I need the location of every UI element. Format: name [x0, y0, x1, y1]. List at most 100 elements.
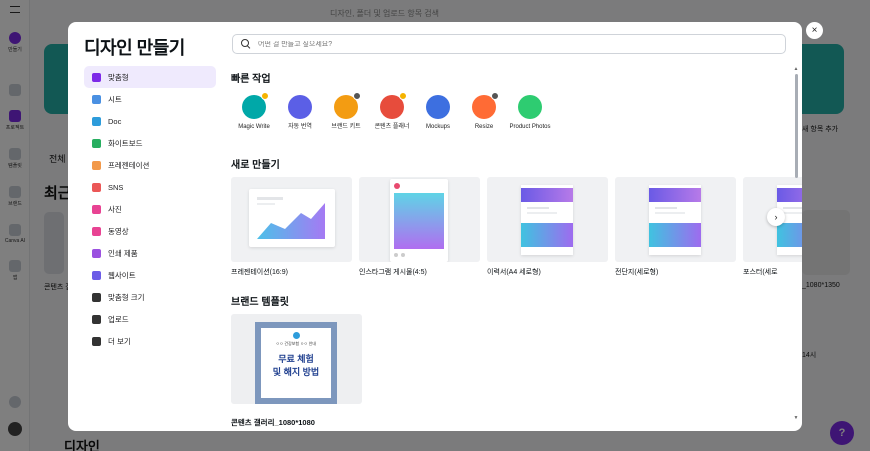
quick-actions-heading: 빠른 작업 — [231, 74, 271, 85]
category-icon — [92, 72, 101, 82]
quick-action[interactable]: 자동 번역 — [277, 95, 323, 132]
crown-icon — [261, 92, 269, 100]
sidebar-item-label: 동영상 — [108, 226, 129, 236]
category-icon — [92, 336, 101, 346]
template-thumbnail — [615, 177, 736, 262]
sidebar-item[interactable]: SNS — [84, 176, 216, 198]
scroll-up-icon[interactable]: ▲ — [793, 66, 799, 72]
template-label: 프레젠테이션(16:9) — [231, 269, 288, 276]
sidebar-item-label: 시트 — [108, 94, 122, 104]
quick-actions-row: Magic Write 자동 번역 브랜드 키트 콘텐츠 플래너 Mockups Resi… — [231, 92, 553, 132]
crown-icon — [399, 92, 407, 100]
quick-action-label: 브랜드 키트 — [331, 124, 361, 130]
template-thumbnail — [487, 177, 608, 262]
quick-action[interactable]: 브랜드 키트 — [323, 92, 369, 132]
logo-dot-icon — [292, 332, 300, 339]
search-icon — [241, 39, 251, 49]
template-instagram[interactable]: 인스타그램 게시물(4:5) — [359, 177, 480, 277]
category-sidebar: 맞춤형시트 Doc 화이트보드프레젠테이션 SNS 사진동영상인쇄 제품웹사이트맞춤형 … — [84, 66, 216, 352]
quick-action-label: Product Photos — [509, 124, 551, 130]
brand-thumb-inner: ㅇㅇ 건강보험 ㅇㅇ 안내 무료 체험 및 해지 방법 — [261, 328, 331, 398]
create-design-modal: 디자인 만들기 맞춤형시트 Doc 화이트보드프레젠테이션 SNS 사진동영상인쇄 제품… — [68, 22, 802, 431]
template-resume[interactable]: 이력서(A4 세로형) — [487, 177, 608, 277]
sidebar-item[interactable]: 시트 — [84, 88, 216, 110]
category-icon — [92, 292, 101, 302]
search-bar[interactable] — [232, 34, 786, 54]
quick-action-label: 콘텐츠 플래너 — [374, 124, 410, 130]
template-thumbnail — [359, 177, 480, 262]
category-icon — [92, 160, 101, 170]
sidebar-item[interactable]: 사진 — [84, 198, 216, 220]
brand-thumb-line2: 및 해지 방법 — [272, 367, 320, 377]
mockups-icon — [426, 95, 450, 119]
template-flyer[interactable]: 전단지(세로형) — [615, 177, 736, 277]
category-icon — [92, 138, 101, 148]
sidebar-item[interactable]: Doc — [84, 110, 216, 132]
template-label: 인스타그램 게시물(4:5) — [359, 269, 427, 276]
sidebar-item[interactable]: 더 보기 — [84, 330, 216, 352]
brand-thumb-small: ㅇㅇ 건강보험 ㅇㅇ 안내 — [275, 341, 317, 346]
new-templates-row: 프레젠테이션(16:9) 인스타그램 게시물(4:5) 이력서(A4 세로형) 전단지… — [231, 177, 802, 277]
quick-action-label: Resize — [474, 124, 494, 130]
sidebar-item-label: Doc — [108, 116, 122, 126]
brand-template-card[interactable]: ㅇㅇ 건강보험 ㅇㅇ 안내 무료 체험 및 해지 방법 — [231, 314, 362, 404]
crown-icon — [353, 92, 361, 100]
brand-kit-icon — [334, 92, 361, 119]
resize-icon — [472, 92, 499, 119]
quick-action[interactable]: 콘텐츠 플래너 — [369, 92, 415, 132]
template-thumbnail — [231, 177, 352, 262]
sidebar-item[interactable]: 인쇄 제품 — [84, 242, 216, 264]
sidebar-item-label: 더 보기 — [108, 336, 131, 346]
sidebar-item-label: 맞춤형 크기 — [108, 292, 145, 302]
brand-template-label: 콘텐츠 갤러리_1080*1080 — [231, 418, 315, 427]
template-label: 이력서(A4 세로형) — [487, 269, 541, 276]
template-presentation[interactable]: 프레젠테이션(16:9) — [231, 177, 352, 277]
category-icon — [92, 314, 101, 324]
sidebar-item-label: 프레젠테이션 — [108, 160, 150, 170]
template-label: 전단지(세로형) — [615, 269, 659, 276]
next-arrow-button[interactable]: › — [767, 208, 785, 226]
close-modal-button[interactable]: × — [806, 22, 823, 39]
sidebar-item-label: 인쇄 제품 — [108, 248, 138, 258]
sidebar-item[interactable]: 화이트보드 — [84, 132, 216, 154]
content-planner-icon — [380, 92, 407, 119]
category-icon — [92, 226, 101, 236]
modal-title: 디자인 만들기 — [84, 38, 185, 58]
sidebar-item-label: 사진 — [108, 204, 122, 214]
category-icon — [92, 204, 101, 214]
sidebar-item[interactable]: 프레젠테이션 — [84, 154, 216, 176]
category-icon — [92, 116, 101, 126]
modal-scrollbar[interactable]: ▲ ▼ — [793, 66, 799, 421]
chevron-right-icon: › — [774, 212, 778, 222]
category-icon — [92, 94, 101, 104]
quick-action[interactable]: Product Photos — [507, 95, 553, 132]
search-input[interactable] — [258, 40, 778, 48]
sidebar-item-label: 웹사이트 — [108, 270, 136, 280]
brand-thumb-line1: 무료 체험 — [278, 354, 314, 364]
quick-action[interactable]: Mockups — [415, 95, 461, 132]
sidebar-item[interactable]: 동영상 — [84, 220, 216, 242]
sidebar-item-label: SNS — [108, 182, 124, 192]
quick-action[interactable]: Resize — [461, 92, 507, 132]
scroll-thumb[interactable] — [795, 74, 798, 178]
sidebar-item-label: 맞춤형 — [108, 72, 129, 82]
quick-action[interactable]: Magic Write — [231, 92, 277, 132]
product-photos-icon — [518, 95, 542, 119]
scroll-down-icon[interactable]: ▼ — [793, 415, 799, 421]
close-icon: × — [811, 25, 818, 36]
category-icon — [92, 270, 101, 280]
crown-icon — [491, 92, 499, 100]
category-icon — [92, 182, 101, 192]
sidebar-item-label: 화이트보드 — [108, 138, 143, 148]
quick-action-label: Magic Write — [238, 124, 270, 130]
brand-thumb-frame: ㅇㅇ 건강보험 ㅇㅇ 안내 무료 체험 및 해지 방법 — [255, 322, 337, 404]
sidebar-item[interactable]: 웹사이트 — [84, 264, 216, 286]
category-icon — [92, 248, 101, 258]
translate-icon — [288, 95, 312, 119]
sidebar-item-label: 업로드 — [108, 314, 129, 324]
quick-action-label: 자동 번역 — [288, 124, 312, 130]
magic-write-icon — [242, 92, 269, 119]
sidebar-item[interactable]: 맞춤형 — [84, 66, 216, 88]
sidebar-item[interactable]: 맞춤형 크기 — [84, 286, 216, 308]
sidebar-item[interactable]: 업로드 — [84, 308, 216, 330]
